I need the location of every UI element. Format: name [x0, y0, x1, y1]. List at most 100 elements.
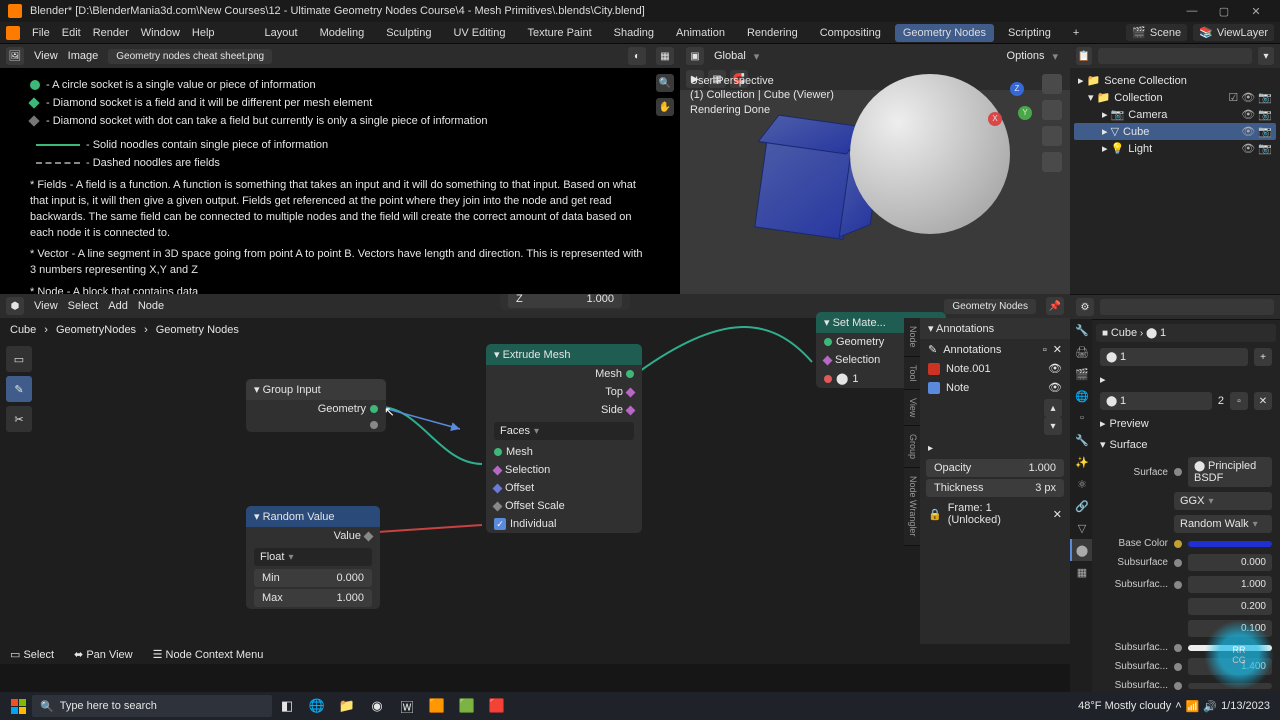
img-menu-image[interactable]: Image — [68, 50, 99, 62]
tray-date[interactable]: 1/13/2023 — [1221, 700, 1270, 712]
vp-camera-icon[interactable] — [1042, 126, 1062, 146]
viewport-sphere-mesh[interactable] — [850, 74, 1010, 234]
tray-up-icon[interactable]: ˄ — [1175, 700, 1181, 712]
props-search[interactable] — [1100, 299, 1274, 315]
individual-checkbox[interactable]: ✓ — [494, 518, 506, 530]
tab-compositing[interactable]: Compositing — [812, 24, 889, 42]
subsurface-field[interactable]: 0.000 — [1188, 554, 1272, 571]
proptab-modifiers[interactable]: 🔧 — [1070, 429, 1092, 451]
orientation-global[interactable]: Global — [708, 48, 765, 65]
crumb-obj[interactable]: Cube — [10, 324, 36, 336]
tab-scripting[interactable]: Scripting — [1000, 24, 1059, 42]
axis-gizmo[interactable]: Z Y X — [988, 82, 1032, 126]
frame-lock[interactable]: 🔒Frame: 1 (Unlocked)✕ — [920, 499, 1070, 529]
node-extrude-mesh[interactable]: ▾ Extrude Mesh Mesh Top Side Faces Mesh … — [486, 344, 642, 533]
basecolor-swatch[interactable] — [1188, 541, 1272, 547]
material-slot[interactable]: ⬤ 1 — [1100, 348, 1248, 366]
npanel-annotations-header[interactable]: ▾ Annotations — [920, 318, 1070, 339]
tab-animation[interactable]: Animation — [668, 24, 733, 42]
tab-texpaint[interactable]: Texture Paint — [519, 24, 599, 42]
proptab-data[interactable]: ▽ — [1070, 517, 1092, 539]
z-field[interactable]: Z1.000 — [508, 294, 622, 308]
vp-zoom-icon[interactable] — [1042, 74, 1062, 94]
viewlayer-selector[interactable]: 📚ViewLayer — [1193, 24, 1274, 41]
tab-modeling[interactable]: Modeling — [312, 24, 373, 42]
img-tool-1[interactable]: ◐ — [628, 47, 646, 65]
viewport-editor-icon[interactable]: ▣ — [686, 47, 704, 65]
menu-help[interactable]: Help — [192, 27, 215, 39]
mat-del[interactable]: ✕ — [1254, 392, 1272, 410]
annotation-layer-2[interactable]: Note👁 — [920, 378, 1070, 397]
task-view-icon[interactable]: ◧ — [272, 692, 302, 720]
outliner-camera[interactable]: ▸ 📷Camera👁 📷 — [1074, 106, 1276, 123]
hand-icon[interactable]: ✋ — [656, 98, 674, 116]
vp-pan-icon[interactable] — [1042, 100, 1062, 120]
tab-layout[interactable]: Layout — [257, 24, 306, 42]
task-explorer-icon[interactable]: 📁 — [332, 692, 362, 720]
task-app1-icon[interactable]: 🟩 — [452, 692, 482, 720]
outliner-filter-icon[interactable]: ▾ — [1258, 47, 1274, 65]
random-min-field[interactable]: Min0.000 — [254, 569, 372, 587]
crumb-mod[interactable]: GeometryNodes — [56, 324, 136, 336]
zoom-icon[interactable]: 🔍 — [656, 74, 674, 92]
proptab-physics[interactable]: ⚛ — [1070, 473, 1092, 495]
vtab-tool[interactable]: Tool — [904, 357, 920, 391]
ne-menu-select[interactable]: Select — [68, 300, 99, 312]
material-name[interactable]: ⬤ 1 — [1100, 392, 1212, 410]
tray-wifi-icon[interactable]: 📶 — [1186, 700, 1200, 713]
nodetree-name[interactable]: Geometry Nodes — [944, 299, 1036, 314]
proptab-world[interactable]: 🌐 — [1070, 385, 1092, 407]
ne-menu-add[interactable]: Add — [108, 300, 128, 312]
vtab-nw[interactable]: Node Wrangler — [904, 468, 920, 545]
img-tool-2[interactable]: ▦ — [656, 47, 674, 65]
random-type-select[interactable]: Float — [254, 548, 372, 566]
node-random-value[interactable]: ▾ Random Value Value Float Min0.000 Max1… — [246, 506, 380, 609]
task-blender-icon[interactable]: 🟧 — [422, 692, 452, 720]
vtab-view[interactable]: View — [904, 390, 920, 426]
outliner-collection[interactable]: ▾ 📁Collection☑ 👁 📷 — [1074, 89, 1276, 106]
menu-window[interactable]: Window — [141, 27, 180, 39]
tab-geonodes[interactable]: Geometry Nodes — [895, 24, 994, 42]
ne-menu-view[interactable]: View — [34, 300, 58, 312]
vtab-group[interactable]: Group — [904, 426, 920, 468]
tool-annotate[interactable]: ✎ — [6, 376, 32, 402]
proptab-texture[interactable]: ▦ — [1070, 561, 1092, 583]
proptab-scene[interactable]: 🎬 — [1070, 363, 1092, 385]
img-menu-view[interactable]: View — [34, 50, 58, 62]
scene-selector[interactable]: 🎬Scene — [1126, 24, 1187, 41]
weather-widget[interactable]: 48°F Mostly cloudy — [1078, 700, 1171, 712]
crumb-group[interactable]: Geometry Nodes — [156, 324, 239, 336]
proptab-material[interactable]: ⬤ — [1070, 539, 1092, 561]
layer-down-icon[interactable]: ▾ — [1044, 417, 1062, 435]
surface-shader[interactable]: ⬤ Principled BSDF — [1188, 457, 1272, 487]
distribution-select[interactable]: GGX — [1174, 492, 1272, 510]
close-button[interactable]: ✕ — [1240, 0, 1272, 22]
tool-links-cut[interactable]: ✂ — [6, 406, 32, 432]
task-word-icon[interactable]: 🅆 — [392, 692, 422, 720]
start-button[interactable] — [4, 692, 32, 720]
tab-shading[interactable]: Shading — [606, 24, 662, 42]
tab-uv[interactable]: UV Editing — [445, 24, 513, 42]
layer-new-icon[interactable]: ▫ — [1043, 344, 1047, 356]
annotation-layer-1[interactable]: Note.001👁 — [920, 359, 1070, 378]
task-chrome-icon[interactable]: ◉ — [362, 692, 392, 720]
proptab-particles[interactable]: ✨ — [1070, 451, 1092, 473]
mat-new[interactable]: ▫ — [1230, 392, 1248, 410]
outliner-cube[interactable]: ▸ ▽Cube👁 📷 — [1074, 123, 1276, 140]
extrude-mode-select[interactable]: Faces — [494, 422, 634, 440]
proptab-object[interactable]: ▫ — [1070, 407, 1092, 429]
menu-render[interactable]: Render — [93, 27, 129, 39]
layer-up-icon[interactable]: ▴ — [1044, 399, 1062, 417]
taskbar-search[interactable]: 🔍Type here to search — [32, 695, 272, 717]
editor-type-icon[interactable]: 🖼 — [6, 47, 24, 65]
props-editor-icon[interactable]: ⚙ — [1076, 298, 1094, 316]
outliner-scene-collection[interactable]: ▸ 📁Scene Collection — [1074, 72, 1276, 89]
tool-select[interactable]: ▭ — [6, 346, 32, 372]
random-max-field[interactable]: Max1.000 — [254, 589, 372, 607]
preview-section[interactable]: ▸Preview — [1092, 413, 1280, 434]
viewport-options[interactable]: Options — [1001, 48, 1064, 65]
outliner-light[interactable]: ▸ 💡Light👁 📷 — [1074, 140, 1276, 157]
tab-add[interactable]: + — [1065, 24, 1087, 42]
vp-persp-icon[interactable] — [1042, 152, 1062, 172]
outliner-search[interactable] — [1098, 48, 1252, 64]
